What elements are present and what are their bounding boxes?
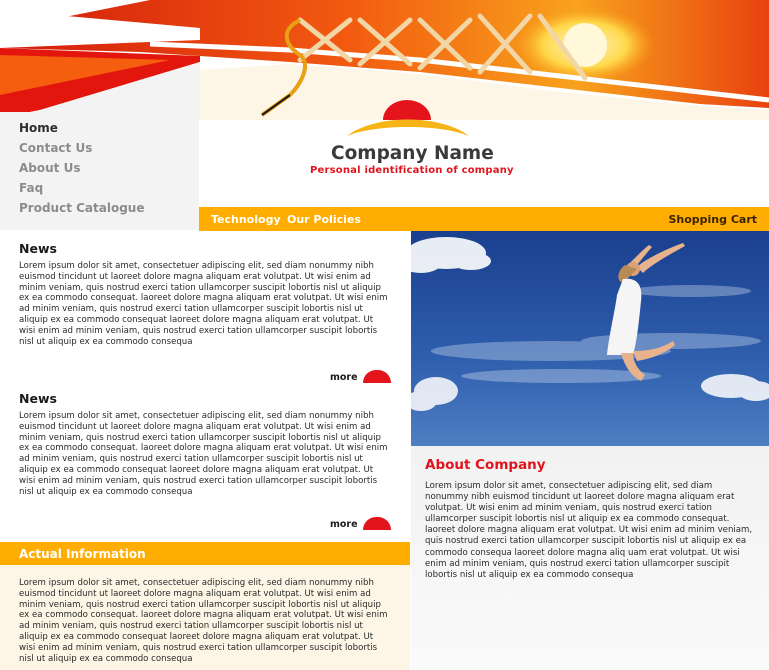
brand-area [199,70,769,207]
actual-information-body: Lorem ipsum dolor sit amet, consectetuer… [19,578,388,664]
news-body: Lorem ipsum dolor sit amet, consectetuer… [19,261,388,347]
nav-item-product-catalogue[interactable]: Product Catalogue [19,201,144,215]
more-label: more [330,372,358,383]
jumping-woman-sky-photo [411,231,769,446]
company-name: Company Name [331,143,494,164]
actual-information-header: Actual Information [0,542,410,565]
nav-link-technology[interactable]: Technology [211,213,281,226]
red-dome-icon [362,370,391,383]
red-dome-icon [362,517,391,530]
news-body: Lorem ipsum dolor sit amet, consectetuer… [19,411,388,497]
left-navigation: Home Contact Us About Us Faq Product Cat… [0,112,199,230]
company-tagline: Personal identification of company [310,165,514,176]
news-title: News [19,391,57,406]
about-company-body: Lorem ipsum dolor sit amet, consectetuer… [425,481,753,580]
actual-information-title: Actual Information [19,547,146,561]
nav-link-shopping-cart[interactable]: Shopping Cart [668,213,757,226]
more-button[interactable]: more [330,370,391,383]
sunrise-logo-icon [347,100,469,136]
more-label: more [330,519,358,530]
news-title: News [19,241,57,256]
nav-link-our-policies[interactable]: Our Policies [287,213,361,226]
top-navigation-bar: Technology Our Policies Shopping Cart [199,207,769,231]
actual-information-panel: Lorem ipsum dolor sit amet, consectetuer… [0,565,410,670]
more-button[interactable]: more [330,517,391,530]
nav-item-faq[interactable]: Faq [19,181,43,195]
nav-item-home[interactable]: Home [19,121,58,135]
nav-item-contact-us[interactable]: Contact Us [19,141,92,155]
about-company-title: About Company [425,457,546,473]
nav-item-about-us[interactable]: About Us [19,161,80,175]
about-company-panel: About Company Lorem ipsum dolor sit amet… [411,446,769,670]
